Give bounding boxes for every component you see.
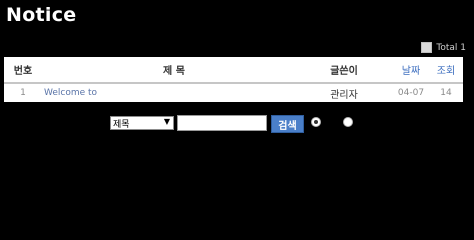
post-title-link[interactable]: Welcome to — [44, 84, 304, 102]
search-field-select[interactable]: 제목 ▼ — [110, 116, 174, 130]
board-table: 번호 제 목 글쓴이 날짜 조회 1 Welcome to 관리자 04-07 … — [4, 57, 463, 102]
search-field-value: 제목 — [113, 119, 130, 130]
row-number: 1 — [20, 88, 26, 98]
table-header-row: 번호 제 목 글쓴이 날짜 조회 — [4, 57, 463, 84]
chevron-down-icon: ▼ — [163, 117, 170, 126]
post-date: 04-07 — [397, 88, 425, 98]
column-header-writer: 글쓴이 — [330, 66, 358, 77]
post-hits: 14 — [440, 88, 452, 98]
search-bar: 제목 ▼ 검색 — [0, 115, 474, 133]
search-button[interactable]: 검색 — [271, 115, 304, 133]
search-option-radio-1[interactable] — [311, 117, 321, 127]
search-option-radio-2[interactable] — [343, 117, 353, 127]
total-icon — [421, 42, 433, 53]
column-header-number: 번호 — [13, 66, 33, 77]
page-title: Notice — [6, 4, 77, 26]
total-label: Total 1 — [436, 42, 466, 53]
total-count: Total 1 — [421, 42, 466, 53]
column-header-hits[interactable]: 조회 — [432, 57, 460, 82]
column-header-subject: 제 목 — [163, 66, 185, 77]
search-input[interactable] — [177, 115, 267, 131]
column-header-date[interactable]: 날짜 — [396, 57, 426, 82]
post-writer: 관리자 — [330, 89, 358, 101]
table-row: 1 Welcome to 관리자 04-07 14 — [4, 84, 463, 102]
